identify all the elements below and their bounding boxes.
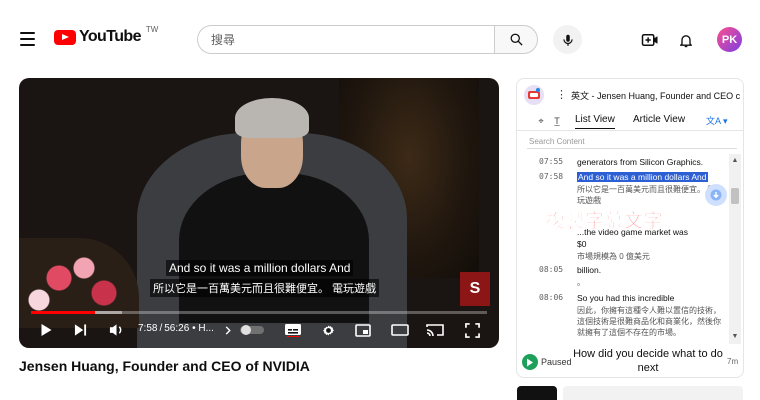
- text-format-icon[interactable]: T̲: [551, 115, 563, 127]
- skip-next-icon: [74, 324, 86, 336]
- gear-icon: [322, 325, 334, 335]
- miniplayer-button[interactable]: [353, 320, 373, 340]
- row-text-zh: 所以它是一百萬美元而且很難便宜。 電玩遊戲: [577, 185, 716, 205]
- play-icon: [527, 358, 533, 366]
- subtitles-button[interactable]: [283, 320, 303, 340]
- row-text-zh: 市場規模為 0 億美元: [577, 252, 650, 261]
- autoplay-toggle[interactable]: [239, 320, 265, 340]
- tab-list-view[interactable]: List View: [575, 114, 615, 129]
- chapter-title[interactable]: • H...: [192, 323, 214, 334]
- create-button[interactable]: [638, 28, 662, 52]
- transcript-search-input[interactable]: [527, 135, 737, 149]
- flower-arrangement: [19, 238, 139, 328]
- chapter-chevron[interactable]: [223, 320, 233, 340]
- progress-played: [31, 311, 95, 314]
- progress-buffered: [94, 311, 123, 314]
- extension-icon[interactable]: [524, 85, 544, 105]
- row-text-en: So you had this incredible: [577, 293, 675, 303]
- theater-mode-button[interactable]: [389, 320, 411, 340]
- locate-icon[interactable]: ⌖: [535, 115, 547, 127]
- scroll-down-arrow-icon[interactable]: ▼: [731, 332, 739, 340]
- playback-status: Paused: [541, 357, 572, 367]
- search-bar: [197, 25, 538, 54]
- next-chapter-time: 7m: [727, 357, 739, 366]
- search-button[interactable]: [494, 25, 538, 54]
- row-timestamp[interactable]: 07:55: [539, 157, 563, 166]
- row-timestamp[interactable]: 08:05: [539, 265, 563, 274]
- transcript-list: 07:55 generators from Silicon Graphics. …: [517, 153, 733, 343]
- current-time: 7:58: [138, 323, 158, 334]
- video-frame: S: [19, 78, 499, 348]
- masthead: YouTube TW PK: [0, 0, 760, 78]
- miniplayer-icon: [355, 323, 371, 337]
- row-text-en: $0: [577, 239, 587, 249]
- search-input[interactable]: [197, 25, 494, 54]
- next-button[interactable]: [69, 320, 91, 340]
- caption-english: And so it was a million dollars And: [166, 260, 354, 276]
- copy-subtitles-overlay: 複製字幕文字: [546, 211, 664, 233]
- volume-button[interactable]: [105, 320, 127, 340]
- cast-icon: [426, 324, 444, 337]
- avatar[interactable]: PK: [717, 27, 742, 52]
- subtitles-icon: [285, 324, 301, 337]
- more-options-icon[interactable]: ⋮: [556, 88, 567, 101]
- recommended-item[interactable]: [563, 386, 743, 400]
- play-icon: [41, 324, 51, 336]
- youtube-watch-page: YouTube TW PK S And so: [0, 0, 760, 400]
- row-text-zh: 。: [577, 278, 585, 287]
- row-timestamp[interactable]: 07:58: [539, 172, 563, 181]
- video-title: Jensen Huang, Founder and CEO of NVIDIA: [19, 358, 310, 374]
- transcript-scrollbar[interactable]: ▲ ▼: [729, 154, 741, 344]
- stanford-logo: S: [460, 272, 490, 306]
- youtube-play-icon: [54, 29, 76, 45]
- chevron-right-icon: [225, 325, 231, 335]
- recommended-thumbnail[interactable]: [517, 386, 557, 400]
- row-text-zh: 因此，你擁有這種令人難以置信的技術，這個技術是很難商品化和商業化，然後你就擁有了…: [577, 306, 721, 337]
- scroll-up-arrow-icon[interactable]: ▲: [731, 156, 739, 164]
- fullscreen-icon: [464, 322, 480, 338]
- cast-button[interactable]: [424, 320, 446, 340]
- theater-icon: [391, 324, 409, 336]
- row-text-en-selected: And so it was a million dollars And: [577, 172, 708, 182]
- video-player[interactable]: S And so it was a million dollars And 所以…: [19, 78, 499, 348]
- row-timestamp[interactable]: 08:06: [539, 293, 563, 302]
- scroll-thumb[interactable]: [731, 188, 739, 204]
- translate-language-button[interactable]: 文A ▾: [706, 114, 728, 127]
- transcript-footer: Paused How did you decide what to do nex…: [516, 344, 744, 378]
- download-icon: [710, 189, 722, 201]
- download-button[interactable]: [705, 184, 727, 206]
- next-chapter-question[interactable]: How did you decide what to do next: [573, 347, 723, 375]
- transcript-tabs: ⌖ T̲ List View Article View 文A ▾: [517, 111, 743, 131]
- logo-region: TW: [145, 24, 159, 34]
- voice-search-button[interactable]: [553, 25, 582, 54]
- row-text-en: billion.: [577, 265, 602, 275]
- row-text-en: generators from Silicon Graphics.: [577, 157, 704, 167]
- play-button[interactable]: [35, 320, 57, 340]
- logo-text: YouTube: [79, 28, 141, 45]
- volume-icon: [109, 324, 121, 336]
- settings-button[interactable]: [318, 320, 338, 340]
- bell-icon: [680, 34, 692, 47]
- microphone-icon: [562, 34, 573, 46]
- autoplay-toggle-icon: [240, 325, 264, 335]
- transcript-play-button[interactable]: [522, 354, 538, 370]
- fullscreen-button[interactable]: [462, 320, 482, 340]
- speaker-body: [179, 173, 369, 323]
- progress-bar[interactable]: [31, 311, 487, 314]
- youtube-logo[interactable]: YouTube TW: [54, 24, 159, 46]
- caption-chinese: 所以它是一百萬美元而且很難便宜。 電玩遊戲: [150, 279, 380, 297]
- transcript-title: 英文 - Jensen Huang, Founder and CEO c: [571, 91, 741, 101]
- transcript-header: ⋮ 英文 - Jensen Huang, Founder and CEO c: [517, 79, 743, 111]
- transcript-extension-icon: [528, 88, 540, 99]
- search-icon: [510, 33, 523, 46]
- player-controls: 7:58/56:26 • H...: [19, 318, 499, 342]
- speaker-hair: [235, 98, 309, 138]
- tab-article-view[interactable]: Article View: [633, 114, 685, 125]
- duration: 56:26: [164, 323, 190, 334]
- time-display: 7:58/56:26 • H...: [138, 323, 214, 334]
- menu-icon[interactable]: [14, 26, 42, 52]
- video-add-icon: [641, 34, 658, 46]
- notifications-button[interactable]: [674, 28, 698, 52]
